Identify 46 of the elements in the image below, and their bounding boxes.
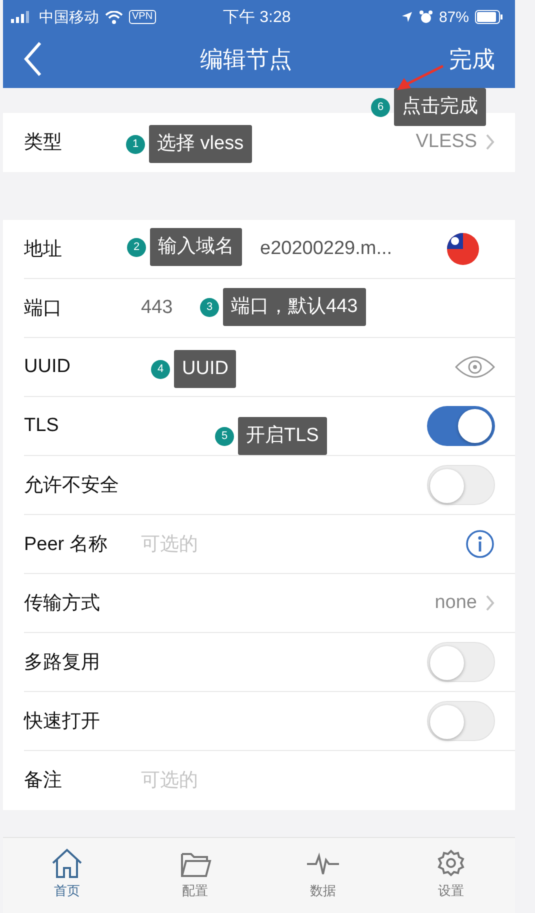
annotation-callout: 端口，默认443 xyxy=(223,288,366,326)
annotation-callout: UUID xyxy=(174,350,236,388)
battery-icon xyxy=(475,10,503,24)
toggle-switch[interactable] xyxy=(427,406,495,446)
field-label: 允许不安全 xyxy=(24,475,119,496)
battery-percent: 87% xyxy=(438,8,469,26)
field-value[interactable]: VLESS xyxy=(416,131,477,153)
wifi-icon xyxy=(105,10,123,24)
field-label: 多路复用 xyxy=(24,652,100,673)
field-label: Peer 名称 xyxy=(24,534,108,555)
tab-button[interactable]: 设置 xyxy=(387,838,515,913)
alarm-icon xyxy=(418,10,433,24)
field-value[interactable]: none xyxy=(434,592,477,614)
step-badge: 6 xyxy=(371,98,390,116)
field-value[interactable]: e20200229.m... xyxy=(260,238,392,260)
chevron-icon xyxy=(485,133,495,151)
field-label: 传输方式 xyxy=(24,593,100,614)
done-button[interactable]: 完成 xyxy=(449,44,495,74)
field-label: 备注 xyxy=(24,770,62,791)
field-label: 地址 xyxy=(24,239,62,260)
vpn-badge: VPN xyxy=(129,10,156,24)
location-icon xyxy=(400,11,413,23)
field-label: 快速打开 xyxy=(24,711,100,732)
annotation-callout: 输入域名 xyxy=(150,228,242,266)
toggle-switch[interactable] xyxy=(427,642,495,682)
info-icon[interactable] xyxy=(465,529,495,559)
tab-button[interactable]: 数据 xyxy=(259,838,387,913)
toggle-switch[interactable] xyxy=(427,465,495,505)
field-label: UUID xyxy=(24,356,70,377)
status-time: 下午 3:28 xyxy=(223,8,291,28)
field-label: TLS xyxy=(24,415,59,436)
tab-button[interactable]: 配置 xyxy=(131,838,259,913)
chevron-icon xyxy=(485,594,495,612)
field-label: 类型 xyxy=(24,132,62,153)
annotation-callout: 开启TLS xyxy=(238,417,327,455)
tab-button[interactable]: 首页 xyxy=(3,838,131,913)
annotation-callout: 点击完成 xyxy=(394,88,486,126)
carrier-name: 中国移动 xyxy=(39,8,99,26)
field-label: 端口 xyxy=(24,298,62,319)
page-title: 编辑节点 xyxy=(199,44,293,74)
eye-icon[interactable] xyxy=(455,355,495,379)
toggle-switch[interactable] xyxy=(427,701,495,741)
annotation-callout: 选择 vless xyxy=(149,125,252,163)
back-icon[interactable] xyxy=(23,41,43,77)
field-value[interactable]: 443 xyxy=(141,297,173,319)
flag-icon xyxy=(447,233,479,265)
